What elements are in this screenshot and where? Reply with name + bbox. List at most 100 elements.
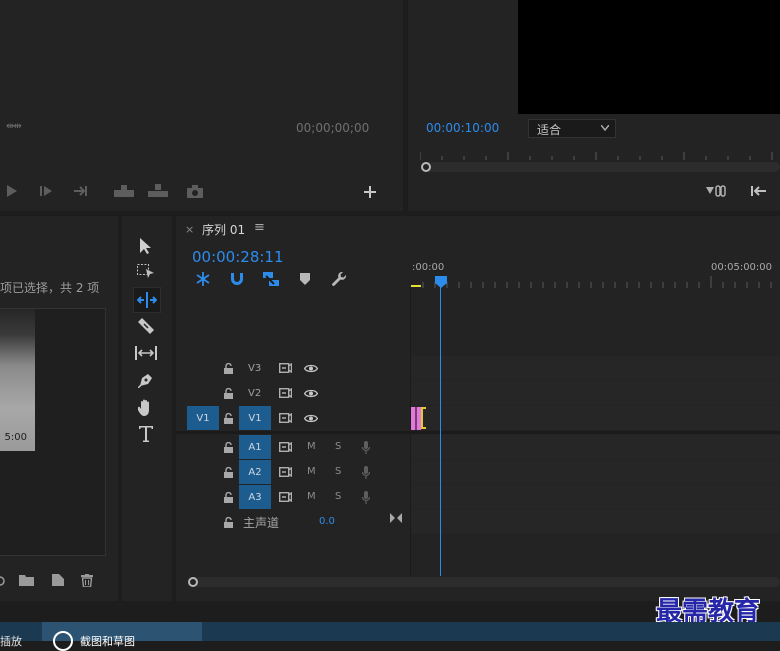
program-scrollbar[interactable] [422, 162, 780, 172]
track-header-v3[interactable] [176, 356, 410, 380]
master-volume-value[interactable]: 0.0 [319, 516, 335, 527]
mute-button[interactable]: M [307, 491, 316, 502]
track-header-a2[interactable] [176, 460, 410, 484]
track-lane-a1[interactable] [411, 435, 780, 459]
step-forward-icon[interactable] [38, 183, 54, 199]
playhead-line[interactable] [440, 284, 441, 576]
sync-lock-icon[interactable] [277, 490, 293, 504]
track-name-v3[interactable]: V3 [248, 363, 261, 374]
source-in-out-icon[interactable]: ⇹⇹ [6, 121, 22, 132]
lock-icon[interactable] [222, 440, 234, 454]
razor-tool-icon[interactable] [136, 317, 156, 335]
mute-button[interactable]: M [307, 441, 316, 452]
solo-button[interactable]: S [335, 466, 341, 477]
wrench-icon[interactable] [330, 271, 348, 287]
nest-icon[interactable] [194, 271, 212, 287]
microphone-icon[interactable] [360, 464, 372, 480]
mute-button[interactable]: M [307, 466, 316, 477]
lock-icon[interactable] [222, 465, 234, 479]
add-marker-icon[interactable] [298, 271, 312, 287]
go-to-in-icon[interactable] [750, 183, 768, 199]
lock-icon[interactable] [222, 361, 234, 375]
eye-icon[interactable] [303, 411, 319, 425]
taskbar-item-partial[interactable]: 插放 [0, 633, 22, 649]
freeform-view-icon[interactable] [0, 574, 8, 588]
go-to-end-icon[interactable] [389, 512, 403, 524]
type-tool-icon[interactable] [136, 424, 156, 444]
panel-menu-icon[interactable]: ≡ [254, 220, 265, 235]
export-frame-icon[interactable] [186, 183, 204, 199]
insert-icon[interactable] [114, 183, 134, 199]
microphone-icon[interactable] [360, 489, 372, 505]
slip-tool-icon[interactable] [134, 344, 158, 362]
time-ruler[interactable] [411, 276, 780, 288]
video-clip[interactable] [411, 407, 421, 430]
overwrite-icon[interactable] [148, 183, 168, 199]
playhead-handle-icon[interactable] [421, 162, 431, 172]
snap-magnet-icon[interactable] [228, 271, 246, 287]
eye-icon[interactable] [303, 361, 319, 375]
trash-icon[interactable] [79, 573, 95, 587]
playhead-marker-icon[interactable] [435, 276, 447, 288]
program-timecode[interactable]: 00:00:10:00 [426, 121, 499, 135]
add-button-icon[interactable] [362, 184, 378, 200]
new-bin-icon[interactable] [18, 573, 34, 587]
source-monitor-panel: ⇹⇹ 00;00;00;00 [0, 0, 403, 211]
track-lane-a2[interactable] [411, 460, 780, 484]
timeline-timecode[interactable]: 00:00:28:11 [192, 248, 284, 266]
source-timecode[interactable]: 00;00;00;00 [296, 121, 369, 135]
track-lane-v2[interactable] [411, 381, 780, 405]
va-divider[interactable] [176, 431, 780, 434]
taskbar-item-snip[interactable]: 截图和草图 [42, 622, 202, 651]
play-icon[interactable] [4, 183, 20, 199]
sync-lock-icon[interactable] [277, 361, 293, 375]
master-track-label: 主声道 [243, 516, 280, 530]
program-monitor-panel: 00:00:10:00 适合 [408, 0, 780, 211]
sync-lock-icon[interactable] [277, 386, 293, 400]
track-lane-master[interactable] [411, 510, 780, 534]
timeline-scrollbar[interactable] [190, 577, 780, 587]
track-lane-v1[interactable] [411, 406, 780, 430]
go-to-out-icon[interactable] [72, 183, 90, 199]
clip-thumbnail[interactable]: 5:00 [0, 309, 35, 451]
track-target-v1[interactable]: V1 [239, 406, 271, 430]
sync-lock-icon[interactable] [277, 411, 293, 425]
track-header-a1[interactable] [176, 435, 410, 459]
snip-sketch-icon [53, 631, 73, 651]
track-target-a2[interactable]: A2 [239, 460, 271, 484]
lock-icon[interactable] [222, 411, 234, 425]
new-item-icon[interactable] [50, 573, 66, 587]
lock-icon[interactable] [222, 490, 234, 504]
solo-button[interactable]: S [335, 441, 341, 452]
scroll-handle-icon[interactable] [188, 577, 198, 587]
fit-dropdown[interactable]: 适合 [528, 119, 616, 138]
track-select-tool-icon[interactable] [135, 262, 157, 280]
track-lane-v3[interactable] [411, 356, 780, 380]
track-header-v2[interactable] [176, 381, 410, 405]
track-name-v2[interactable]: V2 [248, 388, 261, 399]
eye-icon[interactable] [303, 386, 319, 400]
linked-selection-icon[interactable] [262, 271, 280, 287]
track-header-master[interactable] [176, 510, 410, 534]
track-target-a3[interactable]: A3 [239, 485, 271, 509]
hand-tool-icon[interactable] [136, 397, 156, 417]
sync-lock-icon[interactable] [277, 440, 293, 454]
selection-tool-icon[interactable] [136, 236, 156, 256]
project-selection-text: 项已选择，共 2 项 [0, 281, 100, 295]
sequence-tab[interactable]: 序列 01 [202, 221, 245, 238]
lock-icon[interactable] [222, 386, 234, 400]
solo-button[interactable]: S [335, 491, 341, 502]
lock-icon[interactable] [222, 515, 234, 529]
ripple-edit-tool-active[interactable] [133, 287, 161, 313]
track-lane-a3[interactable] [411, 485, 780, 509]
trim-bracket-icon[interactable] [421, 407, 426, 429]
button-editor-icon[interactable] [704, 183, 728, 199]
pen-tool-icon[interactable] [136, 371, 156, 389]
microphone-icon[interactable] [360, 439, 372, 455]
program-ruler[interactable] [420, 150, 780, 160]
sync-lock-icon[interactable] [277, 465, 293, 479]
track-header-a3[interactable] [176, 485, 410, 509]
timeline-close-button[interactable]: × [185, 223, 194, 236]
source-patch-v1[interactable]: V1 [187, 406, 219, 430]
track-target-a1[interactable]: A1 [239, 435, 271, 459]
